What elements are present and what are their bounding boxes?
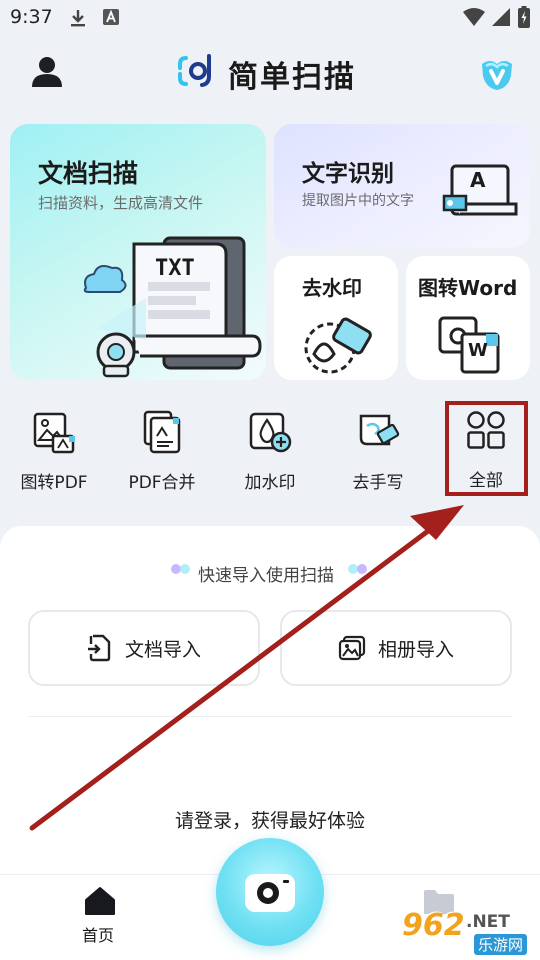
status-time: 9:37 (10, 6, 53, 28)
highlight-box (445, 401, 528, 496)
image-to-word-card[interactable]: 图转Word W (406, 256, 530, 380)
signal-icon (492, 8, 510, 26)
camera-icon (245, 874, 295, 912)
decor-dots-left-icon (171, 564, 190, 574)
vip-badge-icon[interactable] (478, 54, 516, 92)
album-icon (338, 635, 366, 661)
user-avatar-icon[interactable] (30, 54, 64, 88)
doc-scan-card[interactable]: 文档扫描 扫描资料，生成高清文件 TXT (10, 124, 266, 380)
brand-number: 962 (402, 908, 465, 943)
album-import-button[interactable]: 相册导入 (280, 610, 512, 686)
tool-remove-handwriting[interactable]: 去手写 (328, 410, 428, 493)
tool-image-to-pdf[interactable]: 图转PDF (4, 410, 104, 493)
login-prompt[interactable]: 请登录，获得最好体验 (0, 806, 540, 833)
doc-import-button[interactable]: 文档导入 (28, 610, 260, 686)
notification-a-icon (103, 9, 119, 25)
remove-watermark-card[interactable]: 去水印 (274, 256, 398, 380)
divider (28, 716, 512, 717)
remove-handwriting-icon (359, 414, 400, 446)
wifi-icon (463, 8, 485, 26)
eraser-icon (304, 317, 372, 374)
document-scanner-illustration-icon (83, 236, 262, 378)
tool-label: PDF合并 (128, 473, 196, 493)
tool-label: 去手写 (352, 473, 404, 493)
decor-dots-right-icon (348, 564, 367, 574)
album-import-label: 相册导入 (377, 638, 454, 661)
ocr-subtitle: 提取图片中的文字 (302, 193, 414, 209)
battery-icon (518, 6, 530, 28)
tool-label: 加水印 (244, 473, 296, 493)
brand-name: 乐游网 (474, 934, 528, 955)
brand-suffix: .NET (466, 912, 510, 932)
txt-label: TXT (155, 256, 195, 281)
doc-import-label: 文档导入 (124, 638, 201, 661)
camera-scan-button[interactable] (216, 838, 324, 946)
ocr-title: 文字识别 (302, 161, 394, 187)
home-icon[interactable] (84, 886, 116, 916)
tool-pdf-merge[interactable]: PDF合并 (112, 410, 212, 493)
image-to-pdf-icon (33, 412, 75, 454)
remove-watermark-title: 去水印 (302, 276, 362, 300)
ocr-letter: A (470, 168, 486, 192)
app-title: 简单扫描 (228, 60, 356, 95)
file-import-icon (87, 634, 111, 662)
tool-label: 图转PDF (20, 473, 88, 493)
nav-home-label[interactable]: 首页 (82, 922, 114, 946)
image-to-word-title: 图转Word (418, 276, 518, 300)
doc-scan-title: 文档扫描 (38, 159, 139, 188)
download-icon (71, 10, 85, 27)
app-logo-icon (178, 54, 211, 87)
pdf-merge-icon (143, 410, 181, 454)
doc-scan-subtitle: 扫描资料，生成高清文件 (38, 194, 204, 212)
import-section-title: 快速导入使用扫描 (198, 566, 334, 586)
add-watermark-icon (249, 412, 292, 453)
tool-add-watermark[interactable]: 加水印 (220, 410, 320, 493)
ocr-card[interactable]: 文字识别 提取图片中的文字 A (274, 124, 530, 248)
word-letter: W (468, 340, 488, 361)
